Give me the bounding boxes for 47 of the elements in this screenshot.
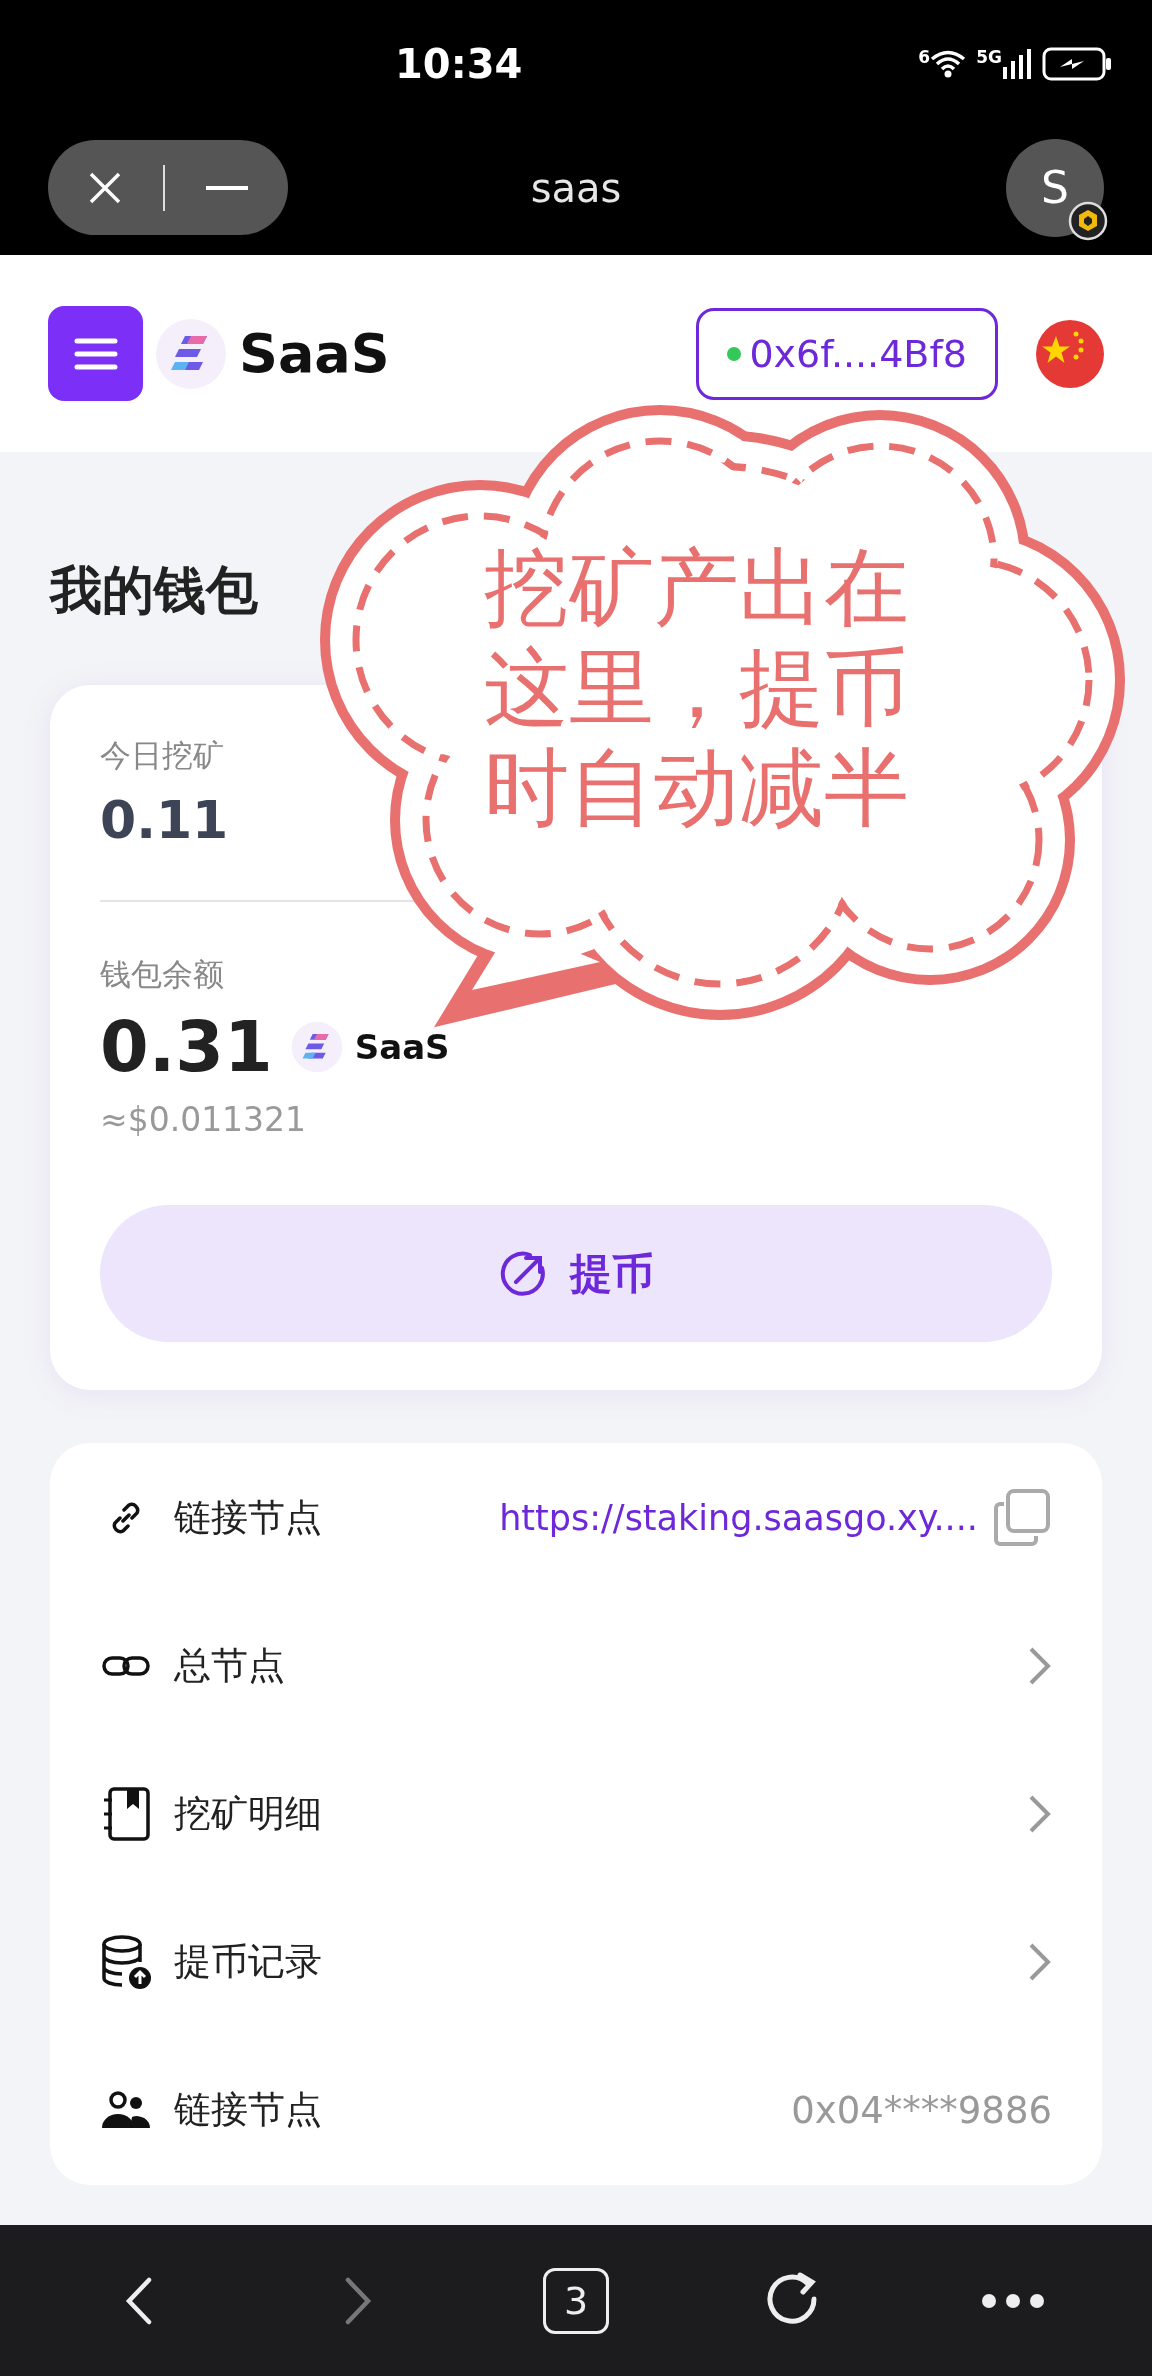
notebook-icon	[101, 1786, 151, 1842]
wallet-address-button[interactable]: 0x6f....4Bf8	[696, 307, 998, 400]
stat-label: 今日挖矿	[100, 736, 225, 775]
logo-icon	[155, 317, 227, 390]
battery-icon	[1042, 47, 1112, 81]
menu-label: 挖矿明细	[174, 1791, 322, 1837]
back-icon[interactable]	[125, 2276, 154, 2325]
cube-badge-icon	[1068, 200, 1108, 241]
menu-row[interactable]: 提币记录	[50, 1888, 1102, 2036]
menu-row[interactable]: 链接节点 0x04****9886	[50, 2036, 1102, 2184]
node-address: 0x04****9886	[791, 2088, 1052, 2132]
token-logo-icon	[290, 1021, 343, 1073]
node-link[interactable]: https://staking.saasgo.xy....	[499, 1498, 978, 1538]
callout-text: 挖矿产出在这里，提币时自动减半	[484, 538, 910, 838]
menu-label: 总节点	[174, 1643, 285, 1689]
chevron-right-icon	[1028, 1942, 1052, 1982]
brand-name: SaaS	[239, 322, 390, 385]
tab-count-button[interactable]: 3	[543, 2267, 609, 2334]
more-icon[interactable]	[980, 2292, 1045, 2309]
menu-label: 提币记录	[174, 1939, 322, 1985]
usd-value: ≈$0.011321	[100, 1100, 307, 1140]
menu-row[interactable]: 总节点	[50, 1592, 1102, 1740]
withdraw-button[interactable]: 提币	[100, 1205, 1052, 1342]
wifi-icon	[930, 49, 967, 79]
clock-time: 10:34	[395, 41, 523, 87]
wifi-label: 6	[918, 47, 931, 67]
minimize-icon[interactable]	[205, 185, 248, 190]
chevron-right-icon	[1028, 1794, 1052, 1834]
menu-label: 链接节点	[174, 1495, 322, 1541]
database-upload-icon	[100, 1934, 152, 1990]
close-icon[interactable]	[88, 170, 123, 205]
menu-icon	[73, 336, 118, 371]
flag-icon[interactable]	[1036, 319, 1104, 388]
stat-value: 0.11	[100, 790, 230, 850]
chevron-right-icon	[1028, 1646, 1052, 1686]
balance-label: 钱包余额	[100, 955, 224, 994]
signal-icon	[1002, 49, 1032, 79]
menu-row[interactable]: 挖矿明细	[50, 1740, 1102, 1888]
balance-value: 0.31	[100, 1007, 273, 1087]
section-title: 我的钱包	[50, 559, 258, 622]
users-icon	[100, 2090, 152, 2130]
network-label: 5G	[976, 47, 1002, 67]
page-title: saas	[530, 164, 622, 211]
menu-label: 链接节点	[174, 2087, 322, 2133]
menu-row[interactable]: 链接节点 https://staking.saasgo.xy....	[50, 1444, 1102, 1592]
menu-button[interactable]	[48, 306, 143, 401]
token-name: SaaS	[354, 1027, 450, 1067]
